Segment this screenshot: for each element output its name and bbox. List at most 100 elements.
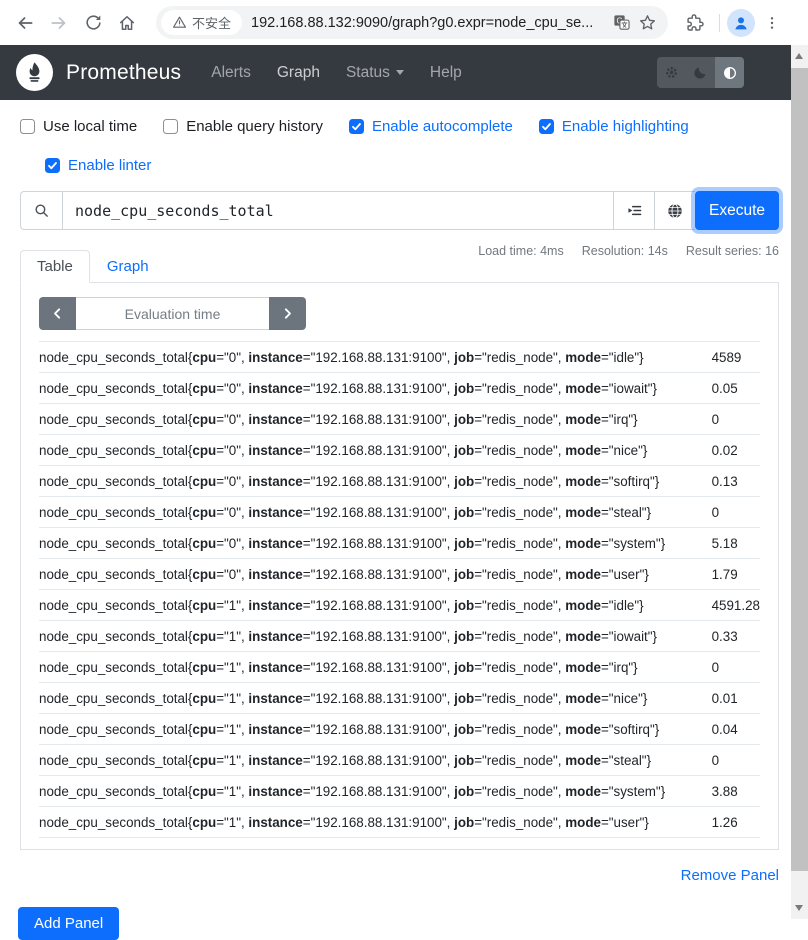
main-content: Use local time Enable query history Enab… [0, 100, 791, 940]
table-row: node_cpu_seconds_total{cpu="1", instance… [39, 621, 760, 652]
nav-item-status[interactable]: Status [346, 64, 404, 82]
reload-icon [84, 13, 103, 32]
tab-table[interactable]: Table [20, 250, 90, 283]
checkbox-use-local-time[interactable]: Use local time [20, 118, 137, 135]
translate-icon[interactable]: G [608, 10, 634, 36]
moon-icon [693, 65, 708, 80]
checkbox-enable-linter[interactable]: Enable linter [45, 157, 151, 174]
table-panel: node_cpu_seconds_total{cpu="0", instance… [20, 283, 779, 850]
table-row: node_cpu_seconds_total{cpu="1", instance… [39, 652, 760, 683]
table-row: node_cpu_seconds_total{cpu="0", instance… [39, 466, 760, 497]
table-row: node_cpu_seconds_total{cpu="0", instance… [39, 528, 760, 559]
scroll-up-arrow[interactable] [795, 53, 803, 59]
metric-expression: node_cpu_seconds_total{cpu="0", instance… [39, 559, 712, 590]
forward-button[interactable] [44, 8, 74, 38]
table-row: node_cpu_seconds_total{cpu="0", instance… [39, 435, 760, 466]
table-row: node_cpu_seconds_total{cpu="0", instance… [39, 342, 760, 373]
evaluation-time-widget [39, 297, 306, 330]
app-title[interactable]: Prometheus [66, 61, 181, 85]
profile-avatar[interactable] [727, 9, 755, 37]
browser-actions [678, 8, 789, 38]
checkbox-box [163, 119, 178, 134]
load-time: Load time: 4ms [478, 244, 563, 258]
metric-expression: node_cpu_seconds_total{cpu="0", instance… [39, 342, 712, 373]
auto-theme-button[interactable] [715, 57, 744, 88]
checkbox-box [349, 119, 364, 134]
search-icon [33, 202, 50, 219]
evaluation-time-input[interactable] [76, 297, 269, 330]
page-scrollbar[interactable] [791, 45, 808, 919]
warning-icon [172, 15, 187, 30]
metrics-explorer-button[interactable] [613, 191, 654, 230]
checkbox-box [539, 119, 554, 134]
address-bar[interactable]: 不安全 192.168.88.132:9090/graph?g0.expr=no… [156, 6, 668, 39]
metric-expression: node_cpu_seconds_total{cpu="1", instance… [39, 807, 712, 838]
table-row: node_cpu_seconds_total{cpu="1", instance… [39, 590, 760, 621]
metric-value: 1.26 [712, 807, 760, 838]
table-row: node_cpu_seconds_total{cpu="1", instance… [39, 745, 760, 776]
prometheus-logo[interactable] [16, 54, 53, 91]
chevron-left-icon [51, 307, 64, 320]
metric-value: 0 [712, 497, 760, 528]
query-expression-input[interactable] [75, 202, 601, 220]
search-addon [20, 191, 62, 230]
home-icon [117, 13, 137, 33]
nav-item-help[interactable]: Help [430, 64, 462, 82]
metric-value: 0 [712, 745, 760, 776]
settings-button[interactable] [657, 57, 686, 88]
back-button[interactable] [10, 8, 40, 38]
browser-menu-button[interactable] [757, 8, 787, 38]
metric-value: 0.02 [712, 435, 760, 466]
explain-globe-button[interactable] [654, 191, 695, 230]
table-row: node_cpu_seconds_total{cpu="0", instance… [39, 559, 760, 590]
gear-icon [663, 64, 680, 81]
url-text[interactable]: 192.168.88.132:9090/graph?g0.expr=node_c… [251, 15, 608, 31]
next-time-button[interactable] [269, 297, 306, 330]
metrics-explorer-icon [626, 202, 643, 219]
metric-value: 4591.28 [712, 590, 760, 621]
metric-value: 4589 [712, 342, 760, 373]
tab-graph[interactable]: Graph [90, 250, 166, 283]
resolution: Resolution: 14s [582, 244, 668, 258]
security-chip[interactable]: 不安全 [161, 10, 242, 35]
metric-value: 1.79 [712, 559, 760, 590]
browser-toolbar: 不安全 192.168.88.132:9090/graph?g0.expr=no… [0, 0, 808, 45]
scrollbar-thumb[interactable] [791, 68, 808, 871]
checkbox-enable-autocomplete[interactable]: Enable autocomplete [349, 118, 513, 135]
remove-panel-link[interactable]: Remove Panel [681, 867, 779, 884]
table-row: node_cpu_seconds_total{cpu="1", instance… [39, 714, 760, 745]
half-circle-icon [722, 65, 738, 81]
metric-expression: node_cpu_seconds_total{cpu="0", instance… [39, 497, 712, 528]
checkbox-enable-query-history[interactable]: Enable query history [163, 118, 323, 135]
extensions-button[interactable] [680, 8, 710, 38]
add-panel-button[interactable]: Add Panel [18, 907, 119, 940]
settings-row-2: Enable linter [45, 157, 779, 174]
checkbox-enable-highlighting[interactable]: Enable highlighting [539, 118, 689, 135]
table-row: node_cpu_seconds_total{cpu="0", instance… [39, 497, 760, 528]
query-stats: Load time: 4ms Resolution: 14s Result se… [478, 244, 779, 258]
metric-value: 0 [712, 652, 760, 683]
dark-theme-button[interactable] [686, 57, 715, 88]
query-input-wrap [62, 191, 613, 230]
toolbar-divider [719, 14, 720, 32]
metric-value: 0.13 [712, 466, 760, 497]
extensions-puzzle-icon [685, 13, 705, 33]
metric-expression: node_cpu_seconds_total{cpu="0", instance… [39, 528, 712, 559]
metric-value: 0.05 [712, 373, 760, 404]
globe-icon [666, 202, 684, 220]
scroll-down-arrow[interactable] [795, 905, 803, 911]
metric-expression: node_cpu_seconds_total{cpu="1", instance… [39, 621, 712, 652]
bookmark-star-icon[interactable] [634, 10, 660, 36]
metric-value: 0.33 [712, 621, 760, 652]
reload-button[interactable] [78, 8, 108, 38]
kebab-menu-icon [764, 15, 780, 31]
home-button[interactable] [112, 8, 142, 38]
table-row: node_cpu_seconds_total{cpu="1", instance… [39, 776, 760, 807]
nav-item-graph[interactable]: Graph [277, 64, 320, 82]
result-series: Result series: 16 [686, 244, 779, 258]
prev-time-button[interactable] [39, 297, 76, 330]
nav-item-alerts[interactable]: Alerts [211, 64, 251, 82]
query-bar: Execute [20, 191, 779, 230]
execute-button[interactable]: Execute [695, 191, 779, 230]
metric-expression: node_cpu_seconds_total{cpu="1", instance… [39, 776, 712, 807]
